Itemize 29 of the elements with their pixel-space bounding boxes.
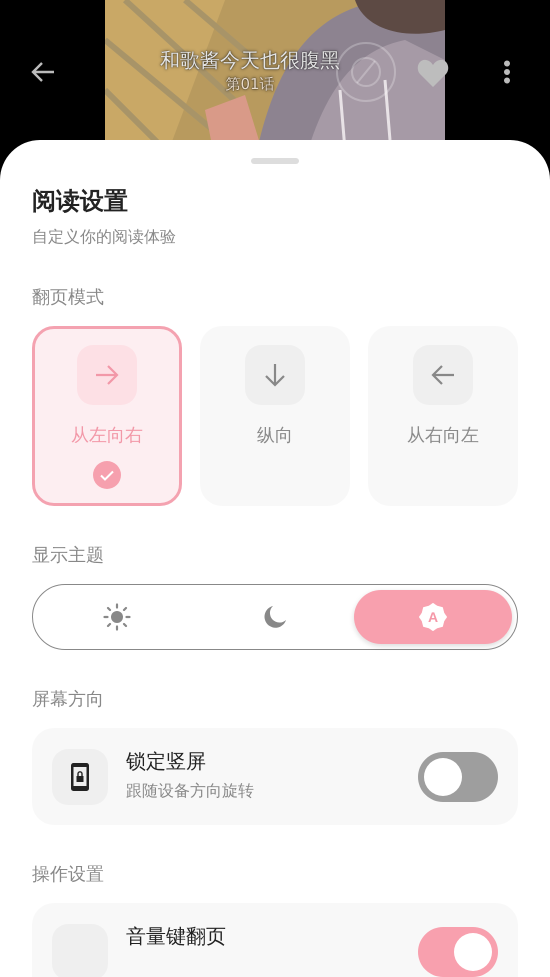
chapter-label: 第01话 xyxy=(225,74,275,95)
section-label: 显示主题 xyxy=(32,544,105,568)
heart-icon[interactable] xyxy=(417,59,449,87)
section-label: 操作设置 xyxy=(32,863,105,887)
moon-icon xyxy=(263,605,287,629)
sun-icon xyxy=(103,603,131,631)
setting-title: 锁定竖屏 xyxy=(126,748,207,774)
sheet-title: 阅读设置 xyxy=(32,186,129,217)
drag-handle[interactable] xyxy=(251,158,299,164)
section-label: 屏幕方向 xyxy=(32,688,105,712)
page-mode-option[interactable]: 从左向右 xyxy=(32,326,182,506)
down-arrow-icon xyxy=(264,363,286,387)
setting-title: 音量键翻页 xyxy=(126,923,227,949)
setting-description: 跟随设备方向旋转 xyxy=(126,780,255,802)
page-mode-option[interactable]: 纵向 xyxy=(200,326,350,506)
phone-lock-icon xyxy=(71,762,89,790)
page-mode-option[interactable]: 从右向左 xyxy=(368,326,518,506)
more-icon[interactable] xyxy=(503,60,511,84)
section-label: 翻页模式 xyxy=(32,286,105,310)
check-icon xyxy=(93,461,121,489)
right-arrow-icon xyxy=(95,364,119,386)
back-icon[interactable] xyxy=(30,60,56,84)
left-arrow-icon xyxy=(431,364,455,386)
toggle-switch[interactable] xyxy=(418,926,498,976)
auto-theme-icon: A xyxy=(419,603,447,631)
comic-title: 和歌酱今天也很腹黑 xyxy=(160,47,340,73)
toggle-switch[interactable] xyxy=(418,752,498,802)
theme-option[interactable]: A xyxy=(354,590,512,644)
sheet-subtitle: 自定义你的阅读体验 xyxy=(32,226,177,248)
